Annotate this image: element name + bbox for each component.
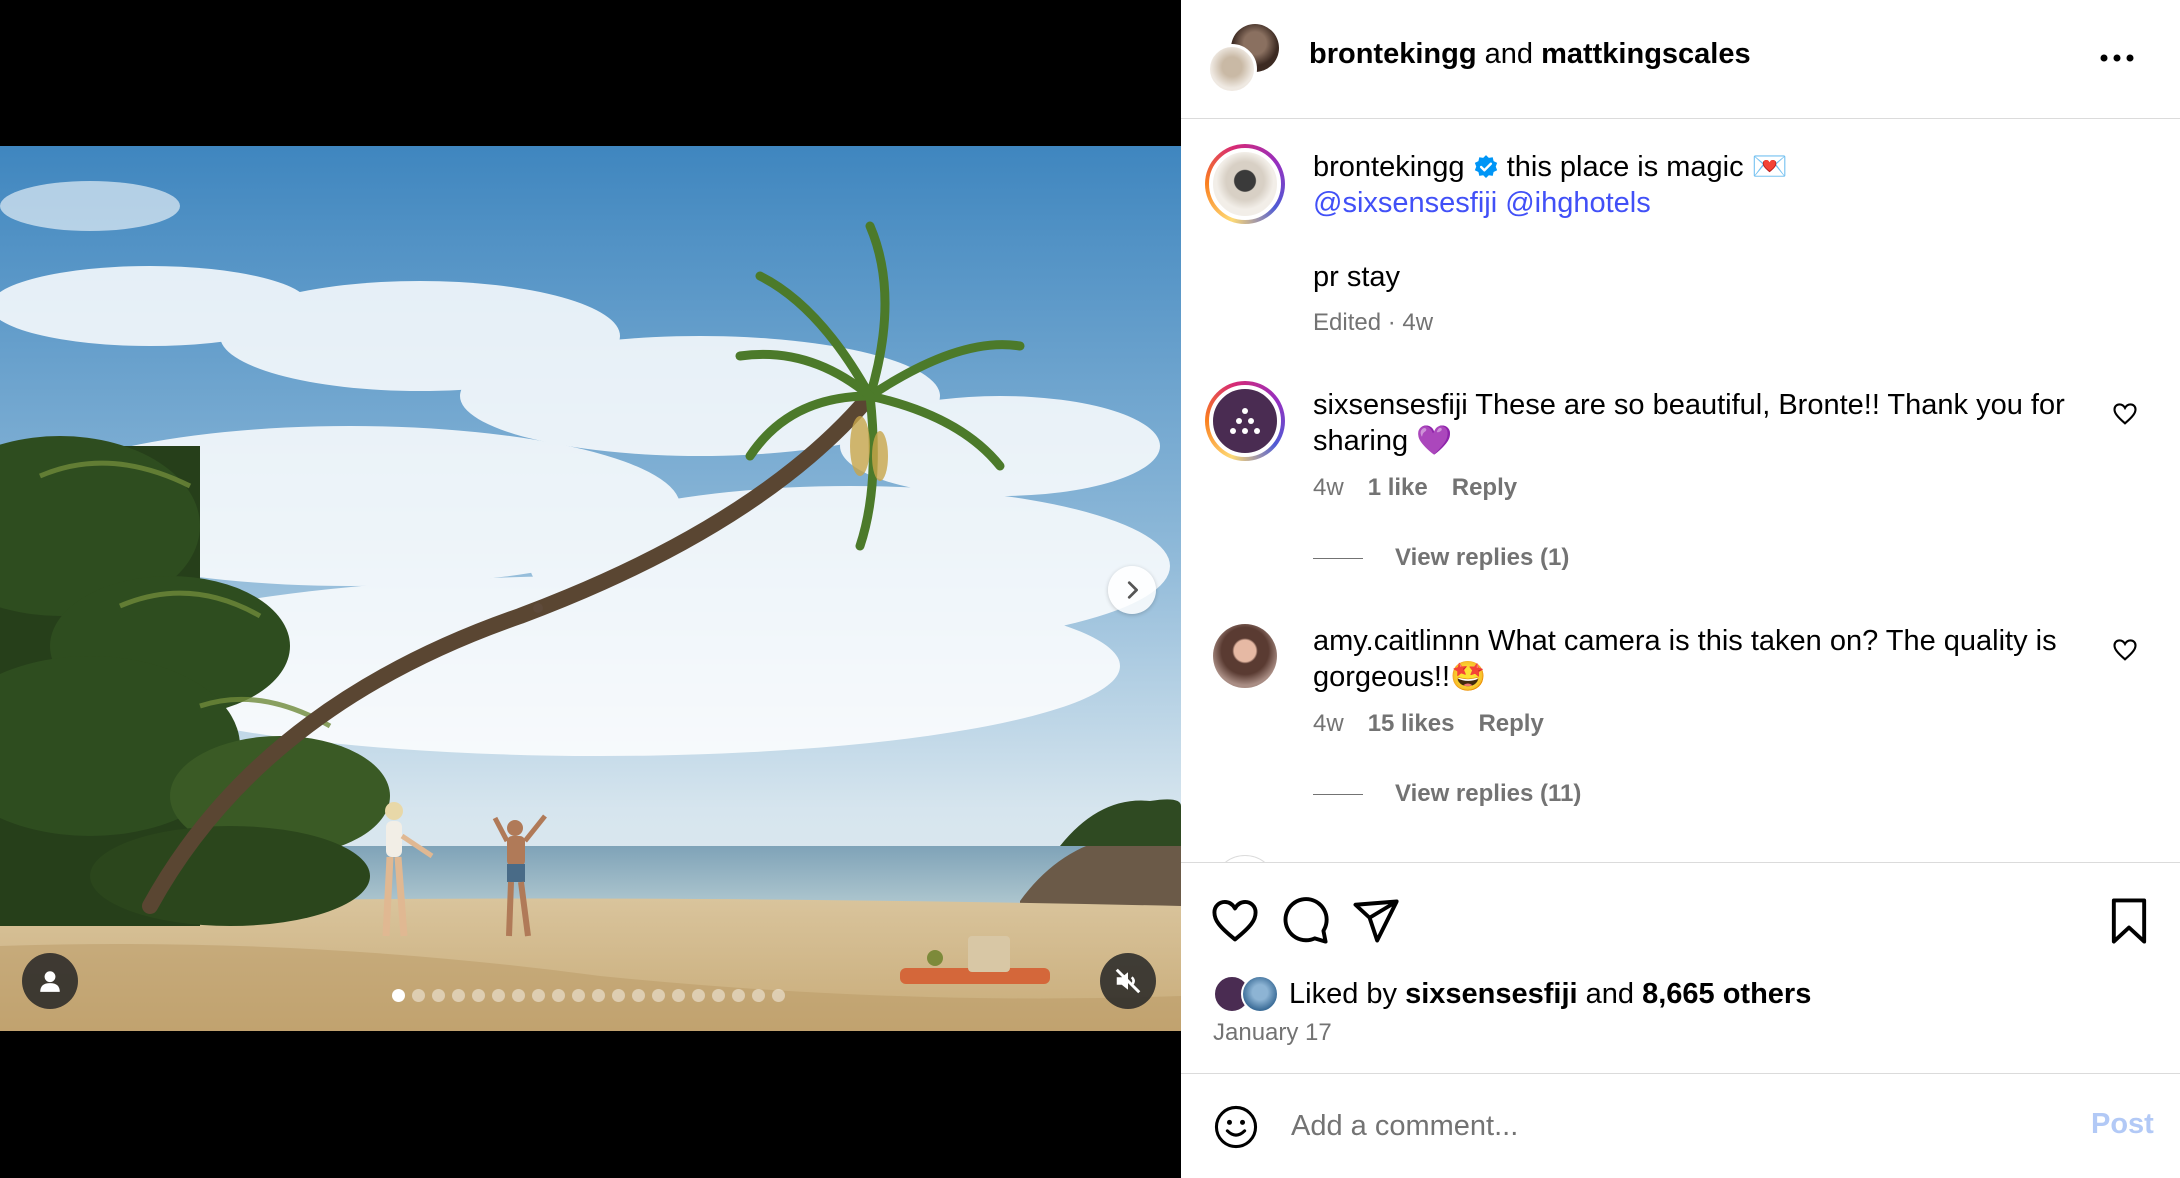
comment-like-heart-icon[interactable] — [2111, 400, 2139, 428]
liked-by-user[interactable]: sixsensesfiji — [1405, 978, 1578, 1011]
comments-section[interactable]: brontekingg this place is magic 💌 @sixse… — [1181, 119, 2180, 862]
comment-text: These are so beautiful, Bronte!! Thank y… — [1475, 389, 2065, 421]
mention-link[interactable]: @sixsensesfiji — [1313, 187, 1497, 219]
comment-likes[interactable]: 15 likes — [1368, 710, 1455, 738]
comment-likes[interactable]: 1 like — [1368, 474, 1428, 502]
comment-text-continued: gorgeous!!🤩 — [1313, 661, 1487, 693]
post-photo[interactable] — [0, 146, 1181, 1031]
carousel-dot — [552, 989, 565, 1002]
user-icon — [40, 971, 60, 992]
more-options-button[interactable] — [2093, 40, 2141, 76]
post-authors: brontekingg and mattkingscales — [1309, 38, 1751, 71]
post-date[interactable]: January 17 — [1213, 1019, 1332, 1047]
carousel-dot — [492, 989, 505, 1002]
caption-avatar[interactable] — [1205, 144, 1285, 224]
carousel-dot — [692, 989, 705, 1002]
carousel-dot — [592, 989, 605, 1002]
post-side-panel: brontekingg and mattkingscales brontekin… — [1181, 0, 2180, 1178]
carousel-dot — [612, 989, 625, 1002]
mention-link[interactable]: @ihghotels — [1505, 187, 1651, 219]
comment-body: amy.caitlinnn What camera is this taken … — [1313, 623, 2073, 695]
caption-meta: Edited · 4w — [1313, 309, 1434, 336]
avatar[interactable] — [1241, 975, 1279, 1013]
replies-divider — [1313, 557, 1363, 559]
chevron-right-icon — [1127, 581, 1138, 599]
comment-username[interactable]: sixsensesfiji — [1313, 389, 1468, 421]
comment-avatar[interactable] — [1213, 624, 1277, 688]
reply-button[interactable]: Reply — [1478, 710, 1543, 738]
comment-text-continued: sharing 💜 — [1313, 425, 1453, 457]
comment-username[interactable]: amy.caitlinnn — [1313, 625, 1480, 657]
view-replies-label: View replies (11) — [1395, 780, 1582, 807]
carousel-dot — [472, 989, 485, 1002]
liked-by-others[interactable]: 8,665 others — [1642, 978, 1811, 1011]
carousel-dot — [752, 989, 765, 1002]
comment-text: What camera is this taken on? The qualit… — [1488, 625, 2057, 657]
media-viewer — [0, 0, 1181, 1178]
speaker-muted-icon — [1115, 968, 1141, 994]
replies-divider — [1313, 793, 1363, 795]
comment-age: 4w — [1313, 474, 1344, 501]
instagram-post-modal: brontekingg and mattkingscales brontekin… — [0, 0, 2180, 1178]
likes-summary: Liked by sixsensesfiji and 8,665 others — [1213, 975, 1811, 1013]
caption-emoji: 💌 — [1751, 151, 1788, 183]
view-replies-label: View replies (1) — [1395, 544, 1570, 571]
comment-icon[interactable] — [1279, 895, 1331, 947]
carousel-dot — [452, 989, 465, 1002]
caption-text: this place is magic — [1506, 151, 1744, 183]
add-comment-bar: Post — [1181, 1074, 2180, 1178]
sixsenses-logo-icon — [1230, 408, 1260, 434]
heart-icon[interactable] — [1209, 895, 1261, 947]
post-comment-button[interactable]: Post — [2091, 1108, 2154, 1141]
comment-avatar[interactable] — [1205, 381, 1285, 461]
carousel-dot — [572, 989, 585, 1002]
carousel-dot — [732, 989, 745, 1002]
carousel-dot — [712, 989, 725, 1002]
liked-by-and: and — [1585, 977, 1635, 1010]
coauthor-username[interactable]: mattkingscales — [1541, 38, 1751, 70]
comment-meta: 4w 15 likes Reply — [1313, 710, 1544, 738]
emoji-icon[interactable] — [1213, 1104, 1259, 1150]
tagged-people-button[interactable] — [22, 953, 78, 1009]
bookmark-icon[interactable] — [2103, 895, 2155, 947]
carousel-dot — [532, 989, 545, 1002]
more-horizontal-icon — [2100, 54, 2134, 62]
carousel-dot — [772, 989, 785, 1002]
beach-scene-illustration — [0, 146, 1181, 1031]
verified-badge-icon — [1474, 155, 1497, 179]
caption-line: pr stay — [1313, 261, 1401, 293]
share-icon[interactable] — [1349, 895, 1401, 947]
carousel-dot — [412, 989, 425, 1002]
carousel-dot — [432, 989, 445, 1002]
mute-toggle-button[interactable] — [1100, 953, 1156, 1009]
comment-age: 4w — [1313, 710, 1344, 737]
view-replies-button[interactable]: View replies (11) — [1313, 780, 1581, 808]
carousel-dot — [672, 989, 685, 1002]
view-replies-button[interactable]: View replies (1) — [1313, 544, 1569, 572]
avatar[interactable] — [1207, 44, 1257, 94]
comment-body: sixsensesfiji These are so beautiful, Br… — [1313, 387, 2073, 459]
carousel-dot — [632, 989, 645, 1002]
carousel-dot — [512, 989, 525, 1002]
post-header: brontekingg and mattkingscales — [1181, 0, 2180, 119]
comment-input[interactable] — [1291, 1102, 1991, 1150]
liked-by-prefix: Liked by — [1289, 977, 1398, 1010]
caption-username[interactable]: brontekingg — [1313, 151, 1465, 183]
caption: brontekingg this place is magic 💌 @sixse… — [1313, 149, 1788, 221]
comment-like-heart-icon[interactable] — [2111, 636, 2139, 664]
authors-connector: and — [1484, 38, 1533, 70]
author-username[interactable]: brontekingg — [1309, 38, 1477, 70]
comment-meta: 4w 1 like Reply — [1313, 474, 1517, 502]
carousel-indicator — [392, 989, 785, 1002]
comment-avatar[interactable] — [1213, 855, 1277, 862]
carousel-dot — [392, 989, 405, 1002]
reply-button[interactable]: Reply — [1452, 474, 1517, 502]
carousel-dot — [652, 989, 665, 1002]
next-slide-button[interactable] — [1108, 566, 1156, 614]
post-actions: Liked by sixsensesfiji and 8,665 others … — [1181, 862, 2180, 1074]
